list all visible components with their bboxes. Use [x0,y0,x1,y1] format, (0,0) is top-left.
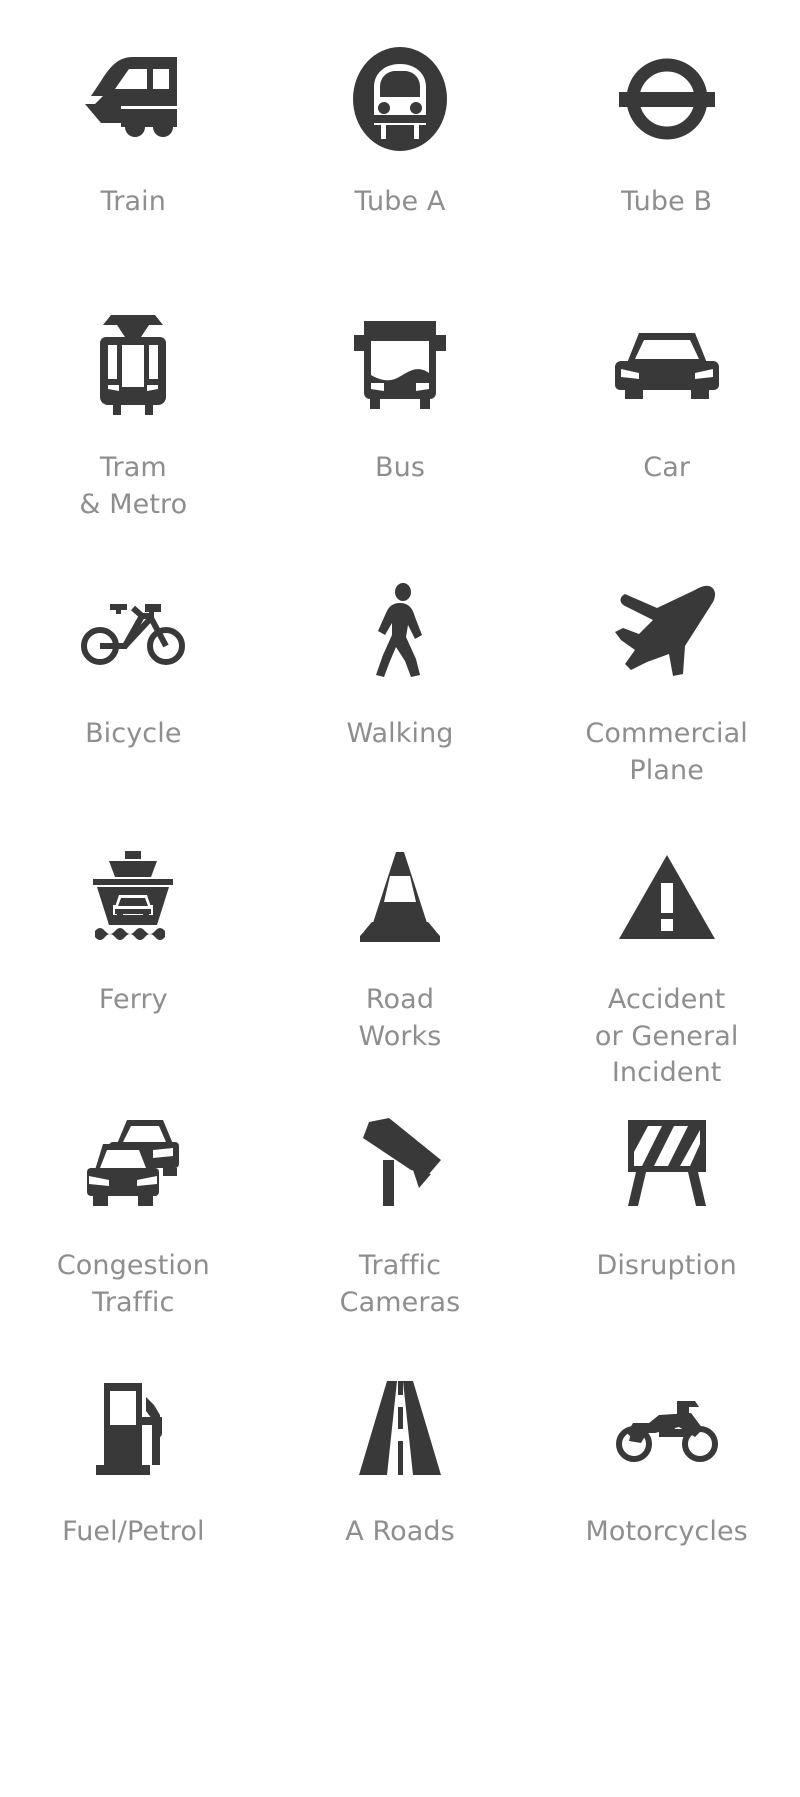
icon-label: Train [100,186,166,217]
icon-label: Bus [374,452,425,483]
tram-icon [74,306,192,424]
icon-tile-road-works[interactable]: Road Works [267,838,534,1055]
walking-person-icon [341,572,459,690]
icon-tile-bicycle[interactable]: Bicycle [0,572,267,753]
traffic-cone-icon [341,838,459,956]
train-icon [74,40,192,158]
icon-label: Road Works [358,984,442,1052]
icon-tile-a-roads[interactable]: A Roads [267,1370,534,1551]
transport-icon-grid: Train Tube A Tube B Tram & Metro Bus Car… [0,0,800,1797]
icon-tile-walking[interactable]: Walking [267,572,534,753]
icon-tile-traffic-cameras[interactable]: Traffic Cameras [267,1104,534,1321]
icon-label: Fuel/Petrol [62,1516,205,1547]
icon-label: Walking [346,718,454,749]
icon-label: Traffic Cameras [339,1250,461,1318]
icon-tile-tube-a[interactable]: Tube A [267,40,534,221]
icon-label: Commercial Plane [585,718,748,786]
icon-tile-congestion[interactable]: Congestion Traffic [0,1104,267,1321]
fuel-pump-icon [74,1370,192,1488]
icon-tile-bus[interactable]: Bus [267,306,534,487]
tube-a-icon [341,40,459,158]
icon-label: A Roads [345,1516,455,1547]
tube-b-roundel-icon [608,40,726,158]
icon-tile-disruption[interactable]: Disruption [533,1104,800,1285]
warning-triangle-icon [608,838,726,956]
airplane-icon [608,572,726,690]
icon-tile-commercial-plane[interactable]: Commercial Plane [533,572,800,789]
icon-label: Tube A [354,186,446,217]
icon-label: Bicycle [85,718,182,749]
icon-label: Motorcycles [585,1516,748,1547]
icon-label: Congestion Traffic [56,1250,210,1318]
icon-tile-ferry[interactable]: Ferry [0,838,267,1019]
road-barrier-icon [608,1104,726,1222]
bus-icon [341,306,459,424]
icon-tile-accident[interactable]: Accident or General Incident [533,838,800,1092]
motorcycle-icon [608,1370,726,1488]
icon-tile-tube-b[interactable]: Tube B [533,40,800,221]
ferry-icon [74,838,192,956]
icon-label: Car [643,452,691,483]
traffic-camera-icon [341,1104,459,1222]
icon-label: Tube B [621,186,713,217]
icon-label: Tram & Metro [79,452,188,520]
bicycle-icon [74,572,192,690]
congestion-cars-icon [74,1104,192,1222]
icon-tile-train[interactable]: Train [0,40,267,221]
road-icon [341,1370,459,1488]
icon-tile-tram-metro[interactable]: Tram & Metro [0,306,267,523]
icon-label: Disruption [596,1250,737,1281]
icon-label: Ferry [98,984,168,1015]
icon-tile-fuel-petrol[interactable]: Fuel/Petrol [0,1370,267,1551]
icon-label: Accident or General Incident [594,984,739,1089]
icon-tile-motorcycles[interactable]: Motorcycles [533,1370,800,1551]
icon-tile-car[interactable]: Car [533,306,800,487]
car-icon [608,306,726,424]
